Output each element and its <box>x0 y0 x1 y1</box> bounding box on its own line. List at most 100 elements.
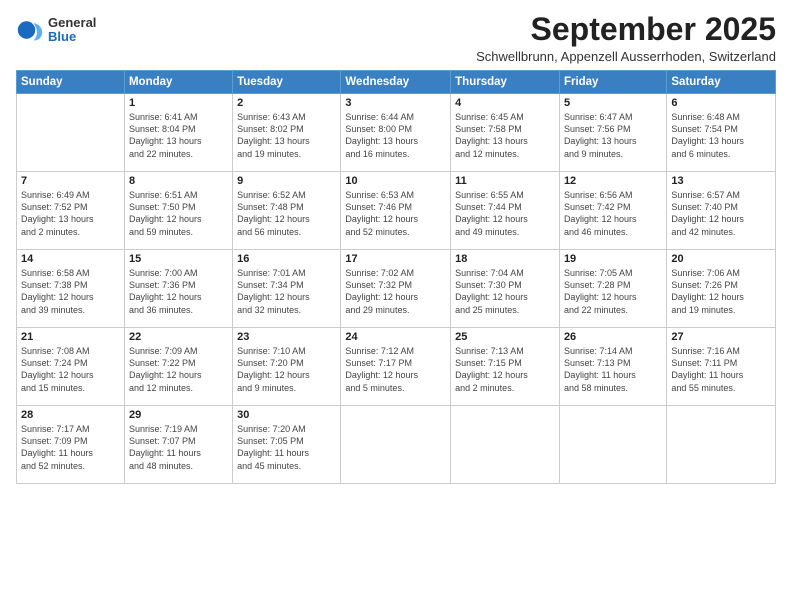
day-number: 29 <box>129 409 228 421</box>
logo-blue: Blue <box>48 30 96 44</box>
day-number: 6 <box>671 97 771 109</box>
day-info: Sunrise: 7:02 AM Sunset: 7:32 PM Dayligh… <box>345 267 446 316</box>
day-info: Sunrise: 6:51 AM Sunset: 7:50 PM Dayligh… <box>129 189 228 238</box>
col-sunday: Sunday <box>17 71 125 94</box>
col-wednesday: Wednesday <box>341 71 451 94</box>
day-number: 13 <box>671 175 771 187</box>
logo-text: General Blue <box>48 16 96 45</box>
calendar-week-row: 28Sunrise: 7:17 AM Sunset: 7:09 PM Dayli… <box>17 406 776 484</box>
table-row: 12 Sunrise: 6:56 AM Sunset: 7:42 PM Dayli… <box>559 172 666 250</box>
calendar-week-row: 1 Sunrise: 6:41 AM Sunset: 8:04 PM Daylig… <box>17 94 776 172</box>
day-info: Sunrise: 6:45 AM Sunset: 7:58 PM Dayligh… <box>455 111 555 160</box>
day-number: 28 <box>21 409 120 421</box>
table-row: 2 Sunrise: 6:43 AM Sunset: 8:02 PM Daylig… <box>233 94 341 172</box>
day-number: 27 <box>671 331 771 343</box>
day-info: Sunrise: 7:05 AM Sunset: 7:28 PM Dayligh… <box>564 267 662 316</box>
table-row: 4 Sunrise: 6:45 AM Sunset: 7:58 PM Daylig… <box>451 94 560 172</box>
header: General Blue September 2025 Schwellbrunn… <box>16 12 776 64</box>
day-number: 15 <box>129 253 228 265</box>
day-number: 26 <box>564 331 662 343</box>
table-row: 10 Sunrise: 6:53 AM Sunset: 7:46 PM Dayli… <box>341 172 451 250</box>
day-info: Sunrise: 7:13 AM Sunset: 7:15 PM Dayligh… <box>455 345 555 394</box>
day-number: 23 <box>237 331 336 343</box>
day-number: 12 <box>564 175 662 187</box>
table-row: 8 Sunrise: 6:51 AM Sunset: 7:50 PM Daylig… <box>124 172 232 250</box>
day-info: Sunrise: 7:20 AM Sunset: 7:05 PM Dayligh… <box>237 423 336 472</box>
day-info: Sunrise: 6:52 AM Sunset: 7:48 PM Dayligh… <box>237 189 336 238</box>
table-row: 17 Sunrise: 7:02 AM Sunset: 7:32 PM Dayli… <box>341 250 451 328</box>
day-info: Sunrise: 6:56 AM Sunset: 7:42 PM Dayligh… <box>564 189 662 238</box>
table-row: 18Sunrise: 7:04 AM Sunset: 7:30 PM Dayli… <box>451 250 560 328</box>
day-info: Sunrise: 7:12 AM Sunset: 7:17 PM Dayligh… <box>345 345 446 394</box>
day-info: Sunrise: 6:55 AM Sunset: 7:44 PM Dayligh… <box>455 189 555 238</box>
table-row: 26 Sunrise: 7:14 AM Sunset: 7:13 PM Dayli… <box>559 328 666 406</box>
day-info: Sunrise: 6:58 AM Sunset: 7:38 PM Dayligh… <box>21 267 120 316</box>
table-row: 30 Sunrise: 7:20 AM Sunset: 7:05 PM Dayli… <box>233 406 341 484</box>
day-info: Sunrise: 7:06 AM Sunset: 7:26 PM Dayligh… <box>671 267 771 316</box>
month-title: September 2025 <box>476 12 776 47</box>
table-row: 1 Sunrise: 6:41 AM Sunset: 8:04 PM Daylig… <box>124 94 232 172</box>
page: General Blue September 2025 Schwellbrunn… <box>0 0 792 612</box>
table-row: 28Sunrise: 7:17 AM Sunset: 7:09 PM Dayli… <box>17 406 125 484</box>
table-row <box>667 406 776 484</box>
calendar-week-row: 14 Sunrise: 6:58 AM Sunset: 7:38 PM Dayli… <box>17 250 776 328</box>
calendar-header-row: Sunday Monday Tuesday Wednesday Thursday… <box>17 71 776 94</box>
day-number: 30 <box>237 409 336 421</box>
day-info: Sunrise: 6:53 AM Sunset: 7:46 PM Dayligh… <box>345 189 446 238</box>
day-number: 25 <box>455 331 555 343</box>
table-row: 15Sunrise: 7:00 AM Sunset: 7:36 PM Dayli… <box>124 250 232 328</box>
day-info: Sunrise: 7:10 AM Sunset: 7:20 PM Dayligh… <box>237 345 336 394</box>
title-area: September 2025 Schwellbrunn, Appenzell A… <box>476 12 776 64</box>
day-info: Sunrise: 6:44 AM Sunset: 8:00 PM Dayligh… <box>345 111 446 160</box>
table-row: 23 Sunrise: 7:10 AM Sunset: 7:20 PM Dayli… <box>233 328 341 406</box>
day-number: 17 <box>345 253 446 265</box>
day-info: Sunrise: 6:43 AM Sunset: 8:02 PM Dayligh… <box>237 111 336 160</box>
subtitle: Schwellbrunn, Appenzell Ausserrhoden, Sw… <box>476 49 776 64</box>
day-info: Sunrise: 6:47 AM Sunset: 7:56 PM Dayligh… <box>564 111 662 160</box>
day-number: 18 <box>455 253 555 265</box>
col-monday: Monday <box>124 71 232 94</box>
day-number: 7 <box>21 175 120 187</box>
logo: General Blue <box>16 16 96 45</box>
day-info: Sunrise: 6:41 AM Sunset: 8:04 PM Dayligh… <box>129 111 228 160</box>
day-number: 4 <box>455 97 555 109</box>
table-row: 7 Sunrise: 6:49 AM Sunset: 7:52 PM Daylig… <box>17 172 125 250</box>
day-info: Sunrise: 7:16 AM Sunset: 7:11 PM Dayligh… <box>671 345 771 394</box>
table-row <box>559 406 666 484</box>
day-number: 2 <box>237 97 336 109</box>
day-number: 19 <box>564 253 662 265</box>
table-row: 5 Sunrise: 6:47 AM Sunset: 7:56 PM Daylig… <box>559 94 666 172</box>
day-number: 20 <box>671 253 771 265</box>
table-row: 14 Sunrise: 6:58 AM Sunset: 7:38 PM Dayli… <box>17 250 125 328</box>
day-number: 16 <box>237 253 336 265</box>
table-row: 29 Sunrise: 7:19 AM Sunset: 7:07 PM Dayli… <box>124 406 232 484</box>
table-row: 22 Sunrise: 7:09 AM Sunset: 7:22 PM Dayli… <box>124 328 232 406</box>
day-number: 21 <box>21 331 120 343</box>
day-number: 8 <box>129 175 228 187</box>
day-number: 14 <box>21 253 120 265</box>
day-info: Sunrise: 6:49 AM Sunset: 7:52 PM Dayligh… <box>21 189 120 238</box>
col-friday: Friday <box>559 71 666 94</box>
table-row: 20 Sunrise: 7:06 AM Sunset: 7:26 PM Dayli… <box>667 250 776 328</box>
table-row: 27 Sunrise: 7:16 AM Sunset: 7:11 PM Dayli… <box>667 328 776 406</box>
day-number: 5 <box>564 97 662 109</box>
day-info: Sunrise: 6:48 AM Sunset: 7:54 PM Dayligh… <box>671 111 771 160</box>
col-tuesday: Tuesday <box>233 71 341 94</box>
day-info: Sunrise: 7:09 AM Sunset: 7:22 PM Dayligh… <box>129 345 228 394</box>
day-info: Sunrise: 7:14 AM Sunset: 7:13 PM Dayligh… <box>564 345 662 394</box>
table-row: 13 Sunrise: 6:57 AM Sunset: 7:40 PM Dayli… <box>667 172 776 250</box>
calendar-week-row: 7 Sunrise: 6:49 AM Sunset: 7:52 PM Daylig… <box>17 172 776 250</box>
day-info: Sunrise: 7:19 AM Sunset: 7:07 PM Dayligh… <box>129 423 228 472</box>
table-row <box>17 94 125 172</box>
day-number: 24 <box>345 331 446 343</box>
table-row: 9Sunrise: 6:52 AM Sunset: 7:48 PM Daylig… <box>233 172 341 250</box>
calendar-week-row: 21Sunrise: 7:08 AM Sunset: 7:24 PM Dayli… <box>17 328 776 406</box>
day-number: 22 <box>129 331 228 343</box>
table-row: 24 Sunrise: 7:12 AM Sunset: 7:17 PM Dayli… <box>341 328 451 406</box>
day-info: Sunrise: 6:57 AM Sunset: 7:40 PM Dayligh… <box>671 189 771 238</box>
col-thursday: Thursday <box>451 71 560 94</box>
table-row: 6 Sunrise: 6:48 AM Sunset: 7:54 PM Daylig… <box>667 94 776 172</box>
day-number: 10 <box>345 175 446 187</box>
day-number: 1 <box>129 97 228 109</box>
table-row: 21Sunrise: 7:08 AM Sunset: 7:24 PM Dayli… <box>17 328 125 406</box>
